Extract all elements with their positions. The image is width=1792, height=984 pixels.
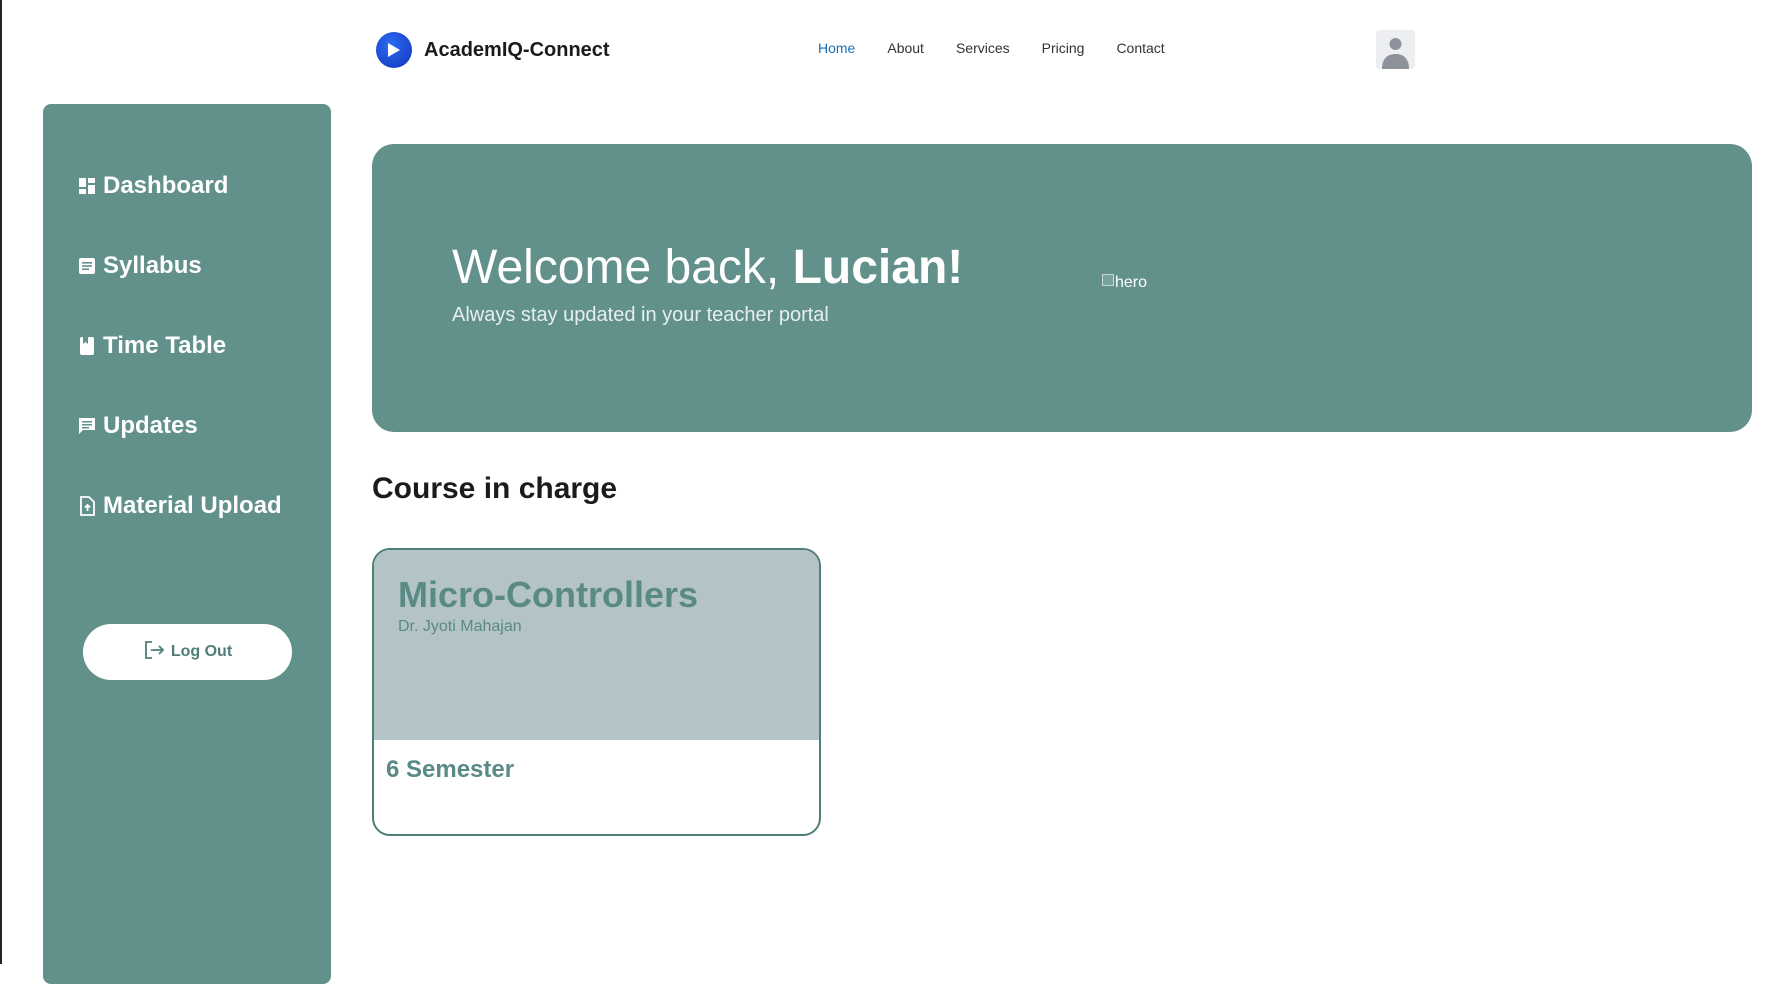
course-card-header: Micro-Controllers Dr. Jyoti Mahajan <box>374 550 819 740</box>
sidebar-item-label: Time Table <box>103 332 227 359</box>
main-nav: Home About Services Pricing Contact <box>818 40 1165 56</box>
top-header: AcademIQ-Connect Home About Services Pri… <box>0 0 1792 100</box>
sidebar-item-label: Syllabus <box>103 252 202 279</box>
course-teacher: Dr. Jyoti Mahajan <box>398 618 522 635</box>
sidebar-item-time-table[interactable]: Time Table <box>77 332 226 360</box>
nav-services[interactable]: Services <box>956 40 1010 56</box>
nav-pricing[interactable]: Pricing <box>1042 40 1085 56</box>
sidebar-item-dashboard[interactable]: Dashboard <box>77 172 228 200</box>
message-icon <box>77 416 97 436</box>
sidebar-item-syllabus[interactable]: Syllabus <box>77 252 202 280</box>
sidebar-item-label: Dashboard <box>103 172 229 199</box>
user-avatar-icon[interactable] <box>1376 30 1415 69</box>
dashboard-icon <box>77 176 97 196</box>
welcome-hero: Welcome back, Lucian! Always stay update… <box>372 144 1752 432</box>
logout-label: Log Out <box>170 643 233 660</box>
book-icon <box>77 336 97 356</box>
window-edge <box>0 0 2 964</box>
nav-about[interactable]: About <box>887 40 924 56</box>
brand-name: AcademIQ-Connect <box>424 38 610 61</box>
document-icon <box>77 256 97 276</box>
section-title: Course in charge <box>372 472 618 505</box>
welcome-heading: Welcome back, Lucian! <box>452 240 963 295</box>
sidebar: Dashboard Syllabus Time Table Updates Ma… <box>43 104 331 984</box>
sidebar-item-material-upload[interactable]: Material Upload <box>77 492 282 520</box>
welcome-subtitle: Always stay updated in your teacher port… <box>452 304 829 326</box>
broken-image-icon <box>1102 274 1114 286</box>
sidebar-item-label: Material Upload <box>103 492 282 519</box>
course-name: Micro-Controllers <box>398 574 699 615</box>
nav-home[interactable]: Home <box>818 40 855 56</box>
logout-icon <box>143 640 165 665</box>
hero-image: hero <box>1102 274 1147 292</box>
course-card[interactable]: Micro-Controllers Dr. Jyoti Mahajan 6 Se… <box>372 548 821 836</box>
user-name: Lucian! <box>792 241 964 294</box>
play-logo-icon <box>376 32 412 68</box>
brand-logo[interactable]: AcademIQ-Connect <box>376 31 610 69</box>
nav-contact[interactable]: Contact <box>1116 40 1164 56</box>
course-semester: 6 Semester <box>386 756 515 783</box>
file-upload-icon <box>77 496 97 516</box>
hero-image-alt: hero <box>1115 274 1148 291</box>
sidebar-item-label: Updates <box>103 412 198 439</box>
sidebar-item-updates[interactable]: Updates <box>77 412 198 440</box>
welcome-greeting: Welcome back, <box>452 241 793 294</box>
logout-button[interactable]: Log Out <box>83 624 292 680</box>
